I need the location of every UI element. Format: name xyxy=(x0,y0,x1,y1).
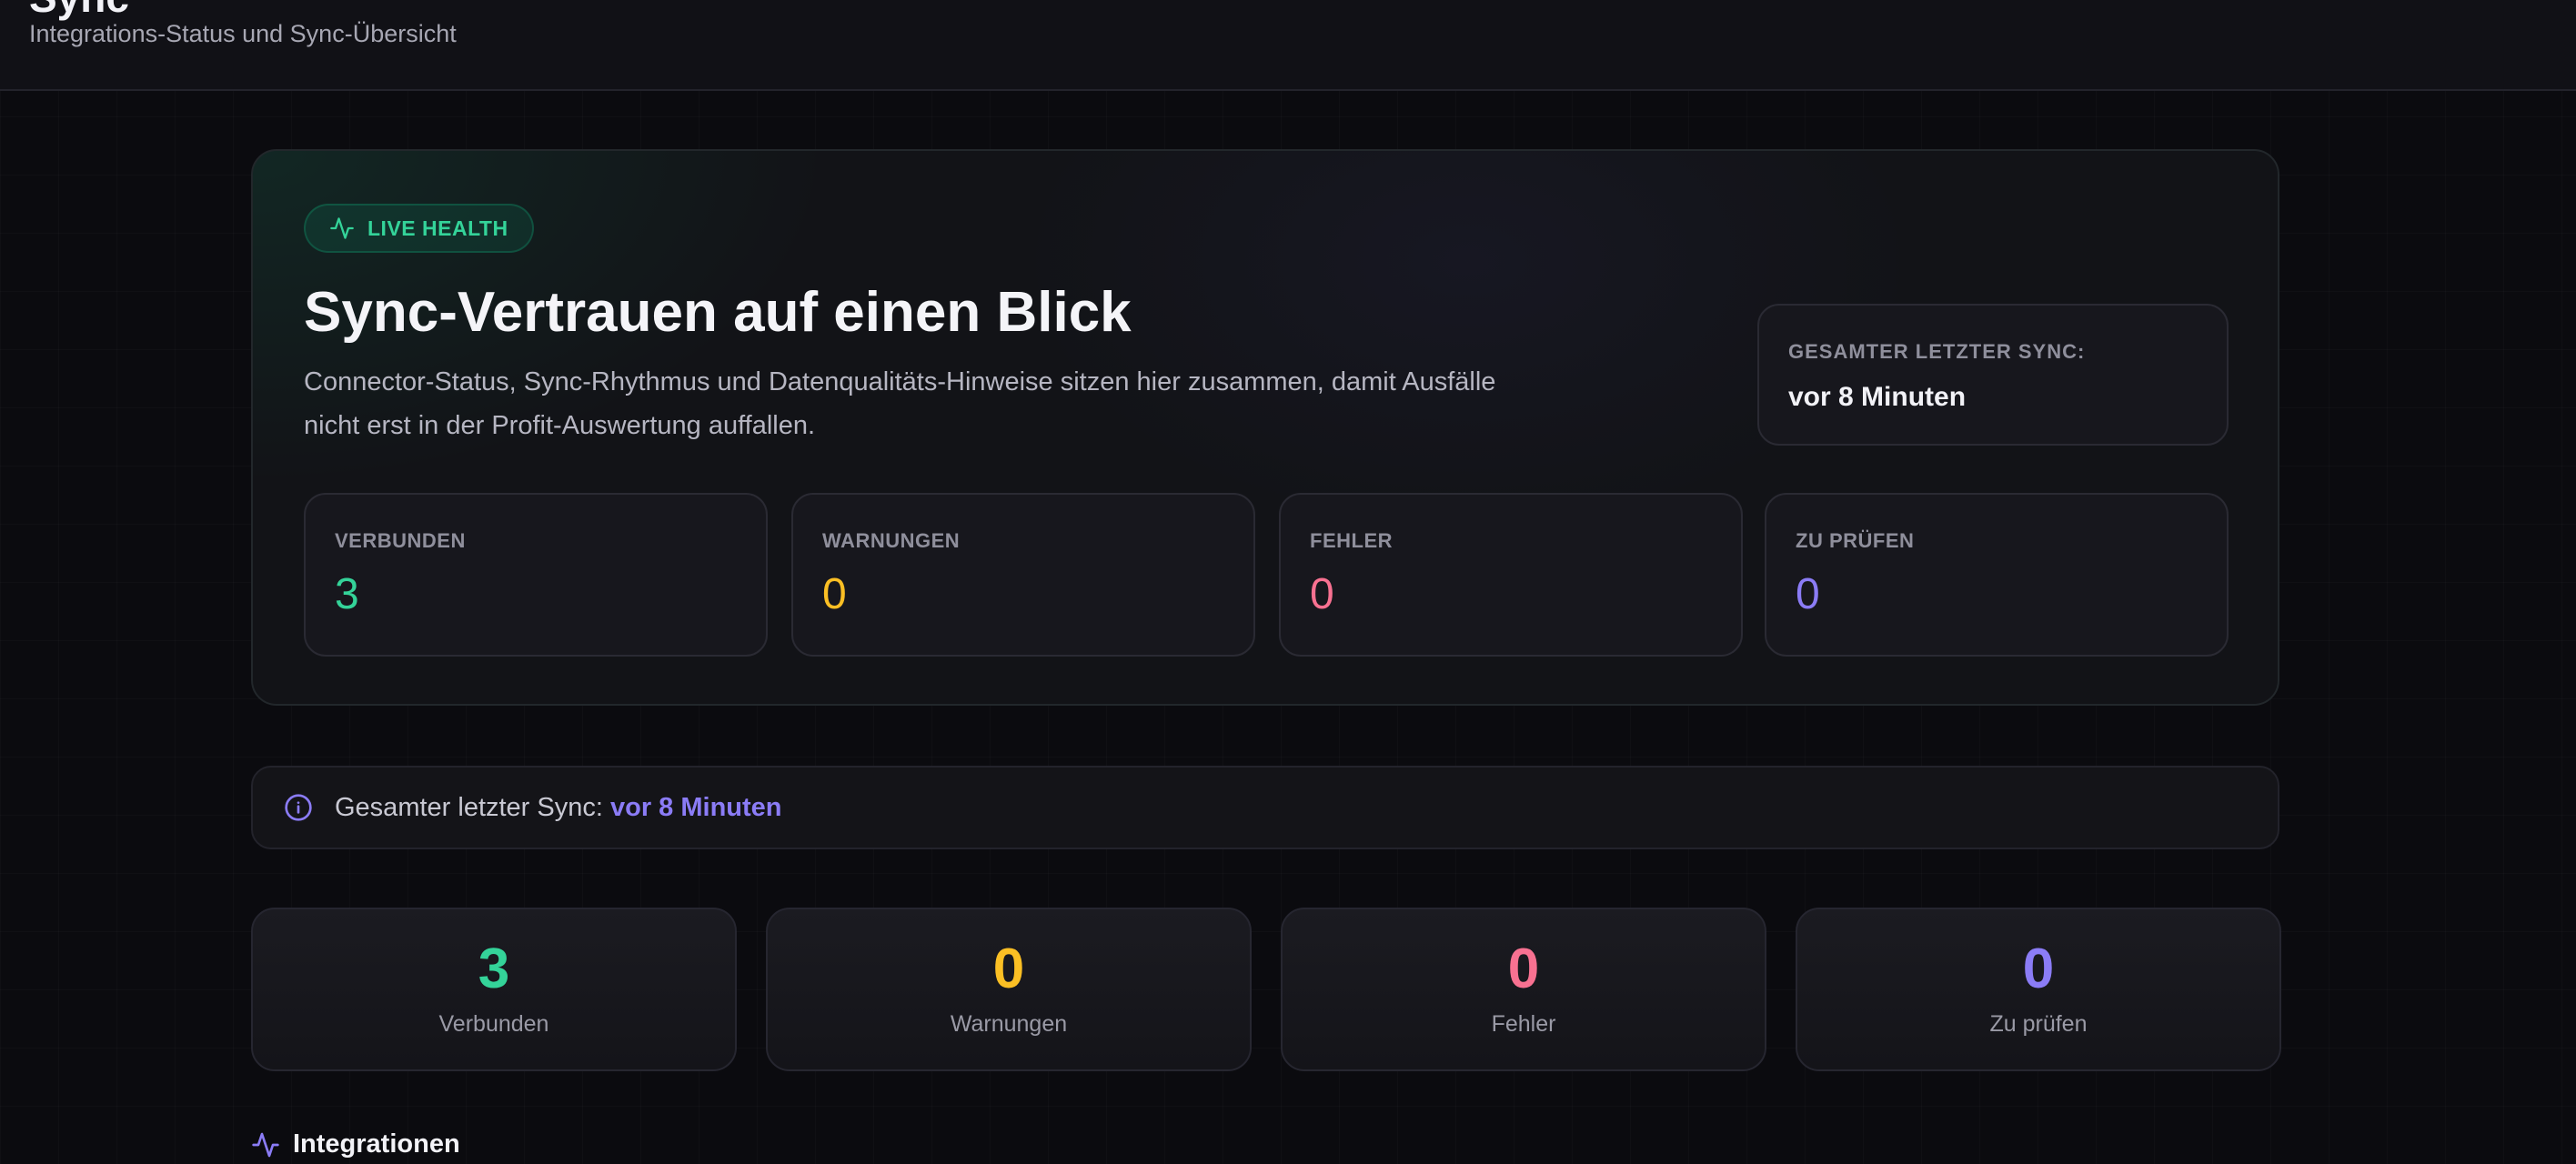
stat-card-review: ZU PRÜFEN 0 xyxy=(1765,493,2229,657)
hero-description: Connector-Status, Sync-Rhythmus und Date… xyxy=(304,367,1496,440)
section-title: Integrationen xyxy=(293,1129,460,1159)
info-icon xyxy=(284,793,313,822)
summary-value: 0 xyxy=(2022,938,2055,1000)
last-sync-info-bar: Gesamter letzter Sync: vor 8 Minuten xyxy=(251,766,2279,849)
stat-label: WARNUNGEN xyxy=(822,529,961,552)
activity-icon xyxy=(251,1130,280,1159)
activity-icon xyxy=(329,216,355,241)
summary-label: Zu prüfen xyxy=(1989,1011,2088,1037)
stat-value: 3 xyxy=(335,570,359,618)
stat-card-errors: FEHLER 0 xyxy=(1279,493,1743,657)
page-title: Sync xyxy=(29,0,129,22)
info-highlight: vor 8 Minuten xyxy=(610,792,782,822)
stat-card-connected: VERBUNDEN 3 xyxy=(304,493,768,657)
summary-value: 3 xyxy=(478,938,510,1000)
stat-label: FEHLER xyxy=(1310,529,1393,552)
hero-title: Sync-Vertrauen auf einen Blick xyxy=(304,281,1132,344)
summary-value: 0 xyxy=(1507,938,1540,1000)
summary-card-review: 0 Zu prüfen xyxy=(1796,908,2281,1071)
health-hero-card: LIVE HEALTH Sync-Vertrauen auf einen Bli… xyxy=(251,149,2279,706)
stat-card-warnings: WARNUNGEN 0 xyxy=(791,493,1255,657)
stat-label: ZU PRÜFEN xyxy=(1796,529,1915,552)
live-health-badge: LIVE HEALTH xyxy=(304,204,534,253)
summary-card-connected: 3 Verbunden xyxy=(251,908,737,1071)
stat-value: 0 xyxy=(822,570,847,618)
stat-value: 0 xyxy=(1310,570,1334,618)
last-sync-value: vor 8 Minuten xyxy=(1788,382,1967,412)
summary-label: Warnungen xyxy=(950,1011,1068,1037)
stat-label: VERBUNDEN xyxy=(335,529,466,552)
last-sync-label: GESAMTER LETZTER SYNC: xyxy=(1788,340,2086,363)
info-text: Gesamter letzter Sync: vor 8 Minuten xyxy=(335,793,782,823)
summary-label: Fehler xyxy=(1491,1011,1556,1037)
summary-card-warnings: 0 Warnungen xyxy=(766,908,1252,1071)
summary-card-errors: 0 Fehler xyxy=(1281,908,1766,1071)
last-sync-card: GESAMTER LETZTER SYNC: vor 8 Minuten xyxy=(1757,304,2229,446)
badge-label: LIVE HEALTH xyxy=(367,216,508,240)
top-header: Sync Integrations-Status und Sync-Übersi… xyxy=(0,0,2576,91)
stat-value: 0 xyxy=(1796,570,1820,618)
summary-value: 0 xyxy=(992,938,1025,1000)
info-label: Gesamter letzter Sync: xyxy=(335,792,603,822)
integrations-section-header: Integrationen xyxy=(251,1129,460,1159)
summary-label: Verbunden xyxy=(438,1011,549,1037)
page-subtitle: Integrations-Status und Sync-Übersicht xyxy=(29,20,457,47)
